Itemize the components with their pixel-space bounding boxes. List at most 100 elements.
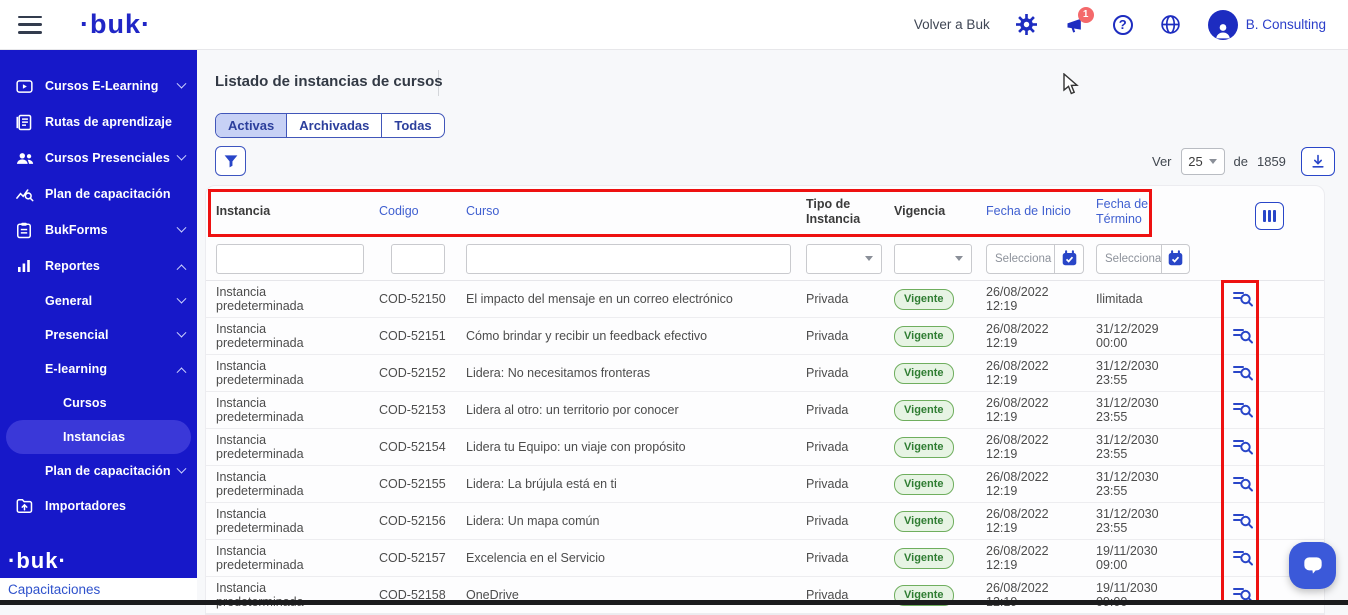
volver-a-buk-link[interactable]: Volver a Buk: [914, 17, 990, 32]
calendar-icon[interactable]: [1161, 245, 1189, 273]
sidebar-item-label: Cursos: [63, 396, 107, 410]
cell-curso: El impacto del mensaje en un correo elec…: [466, 292, 806, 306]
sidebar-item-cursos-presenciales[interactable]: Cursos Presenciales: [0, 140, 197, 176]
cell-codigo: COD-52152: [379, 366, 466, 380]
column-header-vigencia: Vigencia: [894, 204, 986, 219]
cell-fecha-termino: 19/11/203009:00: [1096, 544, 1216, 572]
filter-instancia-input[interactable]: [216, 244, 364, 274]
view-details-icon[interactable]: [1232, 361, 1254, 383]
view-details-icon[interactable]: [1232, 509, 1254, 531]
column-header-fecha-de-termino[interactable]: Fecha de Término: [1096, 197, 1216, 227]
vigente-badge: Vigente: [894, 474, 954, 495]
cell-codigo: COD-52157: [379, 551, 466, 565]
cell-fecha-termino: 31/12/203023:55: [1096, 433, 1216, 461]
sidebar-item-bukforms[interactable]: BukForms: [0, 212, 197, 248]
cell-vigencia: Vigente: [894, 511, 986, 532]
column-header-codigo[interactable]: Codigo: [379, 204, 466, 219]
filter-vigencia-select[interactable]: [894, 244, 972, 274]
help-icon[interactable]: ?: [1112, 14, 1134, 36]
download-button[interactable]: [1301, 147, 1335, 176]
cell-tipo: Privada: [806, 551, 894, 565]
pagination: Ver 25 de 1859: [1152, 147, 1335, 176]
cell-actions: [1216, 361, 1324, 386]
cell-codigo: COD-52151: [379, 329, 466, 343]
sidebar-item-cursos[interactable]: Cursos: [0, 386, 197, 420]
cell-instancia: Instancia predeterminada: [216, 470, 379, 498]
filter-curso-input[interactable]: [466, 244, 791, 274]
settings-gear-icon[interactable]: [1016, 14, 1038, 36]
column-header-curso[interactable]: Curso: [466, 204, 806, 219]
sidebar-footer-logo: ·buk·: [8, 548, 67, 574]
sidebar-item-label: General: [45, 294, 92, 308]
vigente-badge: Vigente: [894, 511, 954, 532]
sidebar-item-general[interactable]: General: [0, 284, 197, 318]
column-header-fecha-de-inicio[interactable]: Fecha de Inicio: [986, 204, 1096, 219]
sidebar-item-plan-de-capacitacion[interactable]: Plan de capacitación: [0, 176, 197, 212]
sidebar-item-reportes[interactable]: Reportes: [0, 248, 197, 284]
columns-config-button[interactable]: [1255, 202, 1284, 230]
cell-vigencia: Vigente: [894, 400, 986, 421]
sidebar-footer: Capacitaciones: [0, 578, 197, 600]
column-header-instancia: Instancia: [216, 204, 379, 219]
view-details-icon[interactable]: [1232, 435, 1254, 457]
people-icon: [16, 149, 34, 167]
ver-label: Ver: [1152, 154, 1172, 169]
cell-curso: Lidera: No necesitamos fronteras: [466, 366, 806, 380]
sidebar-item-rutas-de-aprendizaje[interactable]: Rutas de aprendizaje: [0, 104, 197, 140]
view-details-icon[interactable]: [1232, 324, 1254, 346]
table-row: Instancia predeterminada COD-52153 Lider…: [206, 392, 1324, 429]
tab-todas[interactable]: Todas: [382, 114, 443, 137]
filter-tipo-select[interactable]: [806, 244, 882, 274]
cell-instancia: Instancia predeterminada: [216, 322, 379, 350]
calendar-icon[interactable]: [1054, 245, 1083, 273]
sidebar-item-presencial[interactable]: Presencial: [0, 318, 197, 352]
cell-codigo: COD-52153: [379, 403, 466, 417]
filter-fecha-inicio-datepicker[interactable]: Selecciona: [986, 244, 1084, 274]
tab-activas[interactable]: Activas: [216, 114, 287, 137]
sidebar-item-label: BukForms: [45, 223, 108, 237]
language-globe-icon[interactable]: [1160, 14, 1182, 36]
filter-button[interactable]: [215, 146, 246, 176]
sidebar-item-importadores[interactable]: Importadores: [0, 488, 197, 524]
sidebar-item-e-learning[interactable]: E-learning: [0, 352, 197, 386]
sidebar-item-label: Instancias: [63, 430, 125, 444]
chevron-down-icon: [177, 222, 187, 232]
tab-archivadas[interactable]: Archivadas: [287, 114, 382, 137]
cell-fecha-termino: 31/12/203023:55: [1096, 359, 1216, 387]
cell-actions: [1216, 324, 1324, 349]
cell-codigo: COD-52150: [379, 292, 466, 306]
chevron-down-icon: [177, 78, 187, 88]
caret-down-icon: [1209, 159, 1217, 164]
filter-codigo-input[interactable]: [391, 244, 445, 274]
capacitaciones-label[interactable]: Capacitaciones: [8, 582, 100, 597]
chat-widget-button[interactable]: [1289, 542, 1336, 589]
chevron-down-icon: [177, 463, 187, 473]
cell-actions: [1216, 509, 1324, 534]
column-header-tipo-de-instancia: Tipo de Instancia: [806, 197, 894, 227]
cell-fecha-termino: 31/12/203023:55: [1096, 396, 1216, 424]
view-details-icon[interactable]: [1232, 546, 1254, 568]
vigente-badge: Vigente: [894, 289, 954, 310]
table-row: Instancia predeterminada COD-52154 Lider…: [206, 429, 1324, 466]
sidebar-item-cursos-e-learning[interactable]: Cursos E-Learning: [0, 68, 197, 104]
cell-fecha-inicio: 26/08/202212:19: [986, 433, 1096, 461]
cell-fecha-inicio: 26/08/202212:19: [986, 544, 1096, 572]
vigente-badge: Vigente: [894, 363, 954, 384]
notifications-megaphone-icon[interactable]: 1: [1064, 14, 1086, 36]
sidebar-item-instancias[interactable]: Instancias: [6, 420, 191, 454]
sidebar-item-plan-de-capacitacion[interactable]: Plan de capacitación: [0, 454, 197, 488]
plan-icon: [16, 185, 34, 203]
table-row: Instancia predeterminada COD-52152 Lider…: [206, 355, 1324, 392]
hamburger-menu-icon[interactable]: [18, 16, 42, 34]
cell-tipo: Privada: [806, 440, 894, 454]
cell-fecha-inicio: 26/08/202212:19: [986, 359, 1096, 387]
view-details-icon[interactable]: [1232, 472, 1254, 494]
filter-fecha-termino-datepicker[interactable]: Selecciona: [1096, 244, 1190, 274]
view-details-icon[interactable]: [1232, 287, 1254, 309]
page-size-select[interactable]: 25: [1181, 148, 1225, 175]
cell-tipo: Privada: [806, 514, 894, 528]
table-filter-row: Selecciona Selecciona: [206, 237, 1324, 281]
cell-fecha-inicio: 26/08/202212:19: [986, 285, 1096, 313]
view-details-icon[interactable]: [1232, 398, 1254, 420]
user-menu[interactable]: B. Consulting: [1208, 10, 1326, 40]
